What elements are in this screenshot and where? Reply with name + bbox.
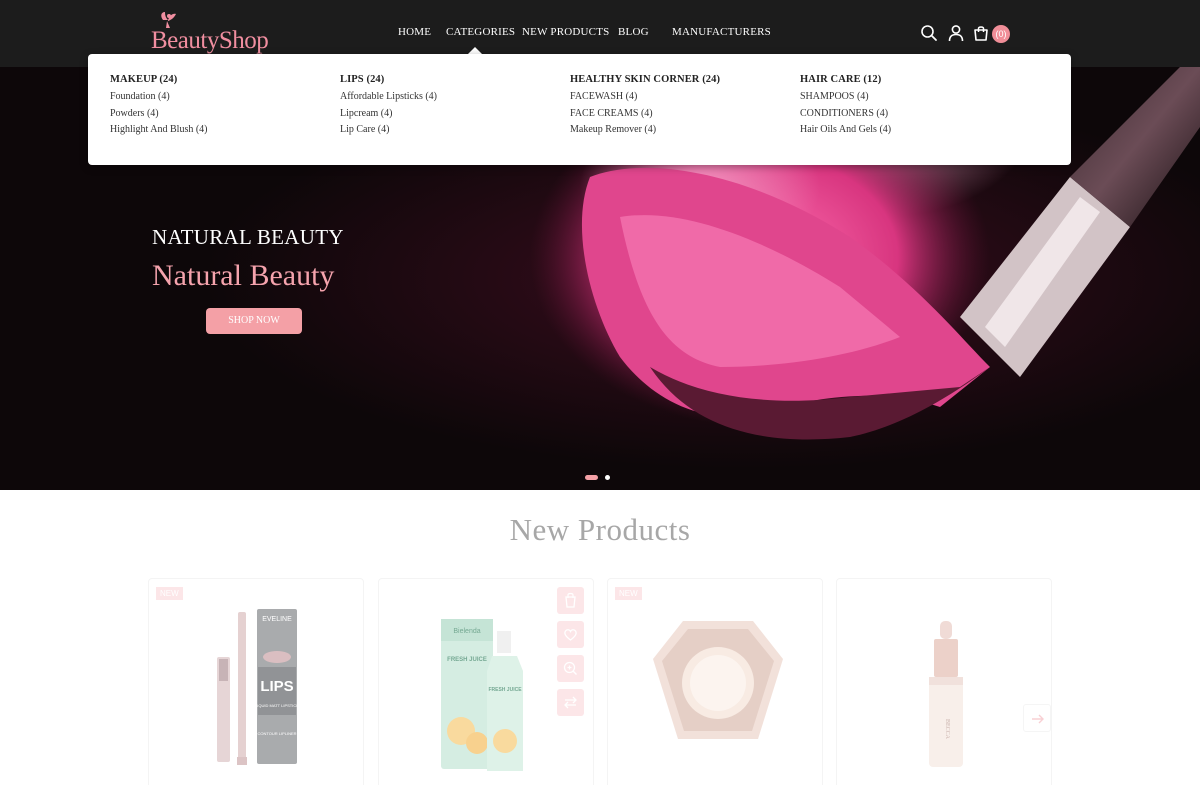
new-badge: NEW <box>156 587 183 600</box>
user-icon[interactable] <box>947 24 965 42</box>
menu-item[interactable]: FACE CREAMS (4) <box>570 108 720 125</box>
menu-item[interactable]: Lipcream (4) <box>340 108 437 125</box>
menu-item[interactable]: Makeup Remover (4) <box>570 124 720 141</box>
product-image-highlighter <box>653 621 783 739</box>
new-badge: NEW <box>615 587 642 600</box>
nav-manufacturers[interactable]: MANUFACTURERS <box>672 26 771 38</box>
main-nav: HOME CATEGORIES NEW PRODUCTS BLOG MANUFA… <box>0 26 1200 42</box>
hero-subtitle: Natural Beauty <box>152 259 335 292</box>
wishlist-button[interactable] <box>557 621 584 648</box>
menu-column-hair-care: HAIR CARE (12) SHAMPOOS (4) CONDITIONERS… <box>800 74 891 141</box>
carousel-next-button[interactable] <box>1023 704 1051 732</box>
product-brand-text: Bielenda <box>453 628 480 635</box>
menu-item[interactable]: Affordable Lipsticks (4) <box>340 91 437 108</box>
product-brand-text: BECCA <box>944 719 950 740</box>
nav-new-products[interactable]: NEW PRODUCTS <box>522 26 609 38</box>
product-image-lip-kit: EVELINE LIPS LIQUID MATT LIPSTICK CONTOU… <box>217 609 299 765</box>
menu-column-healthy-skin: HEALTHY SKIN CORNER (24) FACEWASH (4) FA… <box>570 74 720 141</box>
nav-home[interactable]: HOME <box>398 26 431 38</box>
menu-item[interactable]: CONDITIONERS (4) <box>800 108 891 125</box>
menu-column-lips: LIPS (24) Affordable Lipsticks (4) Lipcr… <box>340 74 437 141</box>
arrow-right-icon <box>1032 714 1044 724</box>
nav-blog[interactable]: BLOG <box>618 26 649 38</box>
hero-title: NATURAL BEAUTY <box>152 225 344 249</box>
nav-categories[interactable]: CATEGORIES <box>446 26 515 38</box>
menu-item[interactable]: Foundation (4) <box>110 91 208 108</box>
menu-item[interactable]: SHAMPOOS (4) <box>800 91 891 108</box>
product-desc-text: LIQUID MATT LIPSTICK <box>255 703 299 708</box>
menu-heading[interactable]: HEALTHY SKIN CORNER (24) <box>570 74 720 91</box>
product-brand-text: EVELINE <box>262 616 292 623</box>
cart-count-badge[interactable]: (0) <box>992 25 1010 43</box>
menu-item[interactable]: Powders (4) <box>110 108 208 125</box>
heart-icon <box>564 629 577 641</box>
compare-icon <box>564 696 577 709</box>
product-card[interactable]: NEW EVELINE LIPS LIQUID MATT LIPSTICK CO… <box>148 578 364 785</box>
product-image-serum-dropper: BECCA <box>929 621 963 767</box>
slider-dot-2[interactable] <box>605 475 610 480</box>
product-image-fresh-juice: Bielenda FRESH JUICE FRESH JUICE <box>441 619 523 771</box>
menu-heading[interactable]: LIPS (24) <box>340 74 437 91</box>
page: NATURAL BEAUTY Natural Beauty SHOP NOW B… <box>0 0 1200 785</box>
cart-icon <box>565 592 576 608</box>
categories-mega-menu: MAKEUP (24) Foundation (4) Powders (4) H… <box>88 54 1071 165</box>
add-to-cart-button[interactable] <box>557 587 584 614</box>
cart-icon[interactable] <box>972 24 990 42</box>
product-label-text: FRESH JUICE <box>447 657 487 663</box>
product-card[interactable]: NEW <box>607 578 823 785</box>
product-label-text: LIPS <box>260 678 293 695</box>
product-desc-text: CONTOUR LIPLINER <box>257 731 296 736</box>
search-icon[interactable] <box>920 24 938 42</box>
product-card[interactable]: BECCA <box>836 578 1052 785</box>
menu-item[interactable]: Lip Care (4) <box>340 124 437 141</box>
zoom-icon <box>563 661 577 675</box>
product-card[interactable]: Bielenda FRESH JUICE FRESH JUICE <box>378 578 594 785</box>
shop-now-button[interactable]: SHOP NOW <box>206 308 302 334</box>
menu-item[interactable]: FACEWASH (4) <box>570 91 720 108</box>
menu-heading[interactable]: MAKEUP (24) <box>110 74 208 91</box>
menu-item[interactable]: Hair Oils And Gels (4) <box>800 124 891 141</box>
new-products-title: New Products <box>509 512 691 547</box>
menu-item[interactable]: Highlight And Blush (4) <box>110 124 208 141</box>
product-label-text: FRESH JUICE <box>488 687 522 693</box>
compare-button[interactable] <box>557 689 584 716</box>
menu-heading[interactable]: HAIR CARE (12) <box>800 74 891 91</box>
dropdown-caret <box>468 47 482 54</box>
quick-view-button[interactable] <box>557 655 584 682</box>
menu-column-makeup: MAKEUP (24) Foundation (4) Powders (4) H… <box>110 74 208 141</box>
slider-dot-1[interactable] <box>585 475 598 480</box>
